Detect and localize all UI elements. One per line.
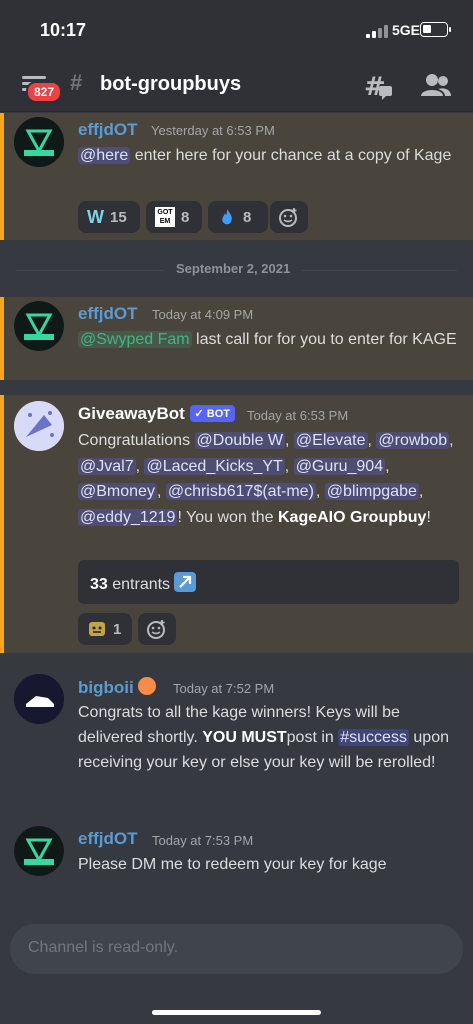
mention[interactable]: @Jval7	[78, 457, 136, 475]
timestamp: Today at 6:53 PM	[247, 408, 349, 423]
avatar[interactable]	[14, 301, 64, 351]
channel-name[interactable]: bot-groupbuys	[100, 73, 241, 96]
mention[interactable]: @rowbob	[376, 432, 450, 449]
reaction[interactable]: 1	[78, 613, 132, 645]
role-mention[interactable]: @Swyped Fam	[78, 331, 192, 348]
mention[interactable]: @Guru_904	[293, 457, 386, 475]
mention[interactable]: @Elevate	[293, 432, 368, 449]
party-face-icon	[89, 622, 105, 636]
reaction[interactable]: GOT EM 8	[146, 201, 202, 233]
username[interactable]: GiveawayBot ✓ BOT	[78, 404, 236, 424]
mention[interactable]: @here	[78, 147, 131, 164]
timestamp: Today at 4:09 PM	[152, 307, 254, 322]
blue-fire-icon	[222, 209, 232, 225]
threads-icon[interactable]: #	[364, 71, 394, 101]
mention[interactable]: @eddy_1219	[78, 508, 178, 526]
username[interactable]: bigboii	[78, 677, 157, 698]
mention[interactable]: @Bmoney	[78, 483, 157, 500]
message-body: Congratulations @Double W, @Elevate, @ro…	[78, 432, 454, 526]
message-body: Congrats to all the kage winners! Keys w…	[78, 704, 449, 771]
message-body: @Swyped Fam last call for for you to ent…	[78, 331, 457, 348]
username[interactable]: effjdOT	[78, 304, 138, 324]
got-em-emoji-icon: GOT EM	[155, 207, 175, 227]
mention[interactable]: @chrisb617$(at-me)	[165, 483, 316, 500]
add-emoji-icon	[279, 208, 297, 227]
message-input[interactable]: Channel is read-only.	[10, 924, 463, 974]
battery-icon	[420, 22, 451, 37]
home-indicator[interactable]	[152, 1010, 321, 1015]
arrow-up-right-icon	[174, 572, 197, 592]
mention[interactable]: @Laced_Kicks_YT	[144, 457, 285, 475]
signal-icon	[366, 24, 388, 38]
timestamp: Today at 7:52 PM	[173, 681, 275, 696]
username[interactable]: effjdOT	[78, 120, 138, 140]
message-item[interactable]: effjdOT Today at 4:09 PM @Swyped Fam las…	[0, 297, 473, 380]
reaction[interactable]: W 15	[78, 201, 140, 233]
read-only-placeholder: Channel is read-only.	[28, 939, 179, 956]
message-item[interactable]: effjdOT Yesterday at 6:53 PM @here enter…	[0, 113, 473, 240]
channel-header: 827 # bot-groupbuys #	[0, 60, 473, 112]
locked-channel-icon: #	[70, 70, 83, 95]
avatar[interactable]	[14, 117, 64, 167]
add-reaction-button[interactable]	[270, 201, 308, 233]
peach-emoji-icon	[138, 677, 157, 695]
members-icon[interactable]	[421, 72, 451, 100]
mention[interactable]: @blimpgabe	[324, 483, 419, 500]
username[interactable]: effjdOT	[78, 829, 138, 849]
add-reaction-button[interactable]	[138, 613, 176, 645]
message-body: Please DM me to redeem your key for kage	[78, 856, 387, 873]
status-bar: 10:17 5GE	[0, 0, 473, 60]
composer: Channel is read-only.	[0, 912, 473, 1024]
entrants-embed: 33 entrants	[78, 560, 459, 604]
date-divider-label: September 2, 2021	[164, 261, 303, 276]
avatar[interactable]	[14, 401, 64, 451]
message-item[interactable]: bigboii Today at 7:52 PM Congrats to all…	[0, 670, 473, 810]
avatar[interactable]	[14, 674, 64, 724]
message-body: @here enter here for your chance at a co…	[78, 147, 452, 164]
bot-tag: ✓ BOT	[189, 405, 236, 422]
bold-text: YOU MUST	[202, 729, 287, 746]
mention[interactable]: @Double W	[194, 432, 286, 449]
status-time: 10:17	[40, 20, 87, 40]
notification-badge: 827	[26, 81, 63, 103]
message-item[interactable]: GiveawayBot ✓ BOT Today at 6:53 PM Congr…	[0, 395, 473, 653]
add-emoji-icon	[147, 620, 165, 639]
avatar[interactable]	[14, 826, 64, 876]
prize-name: KageAIO Groupbuy	[277, 508, 427, 526]
reaction[interactable]: 8	[208, 201, 268, 233]
timestamp: Today at 7:53 PM	[152, 833, 254, 848]
message-item[interactable]: effjdOT Today at 7:53 PM Please DM me to…	[0, 822, 473, 892]
network-label: 5GE	[392, 22, 421, 38]
timestamp: Yesterday at 6:53 PM	[151, 123, 275, 138]
channel-mention[interactable]: #success	[338, 729, 409, 746]
w-emoji-icon: W	[87, 206, 104, 227]
